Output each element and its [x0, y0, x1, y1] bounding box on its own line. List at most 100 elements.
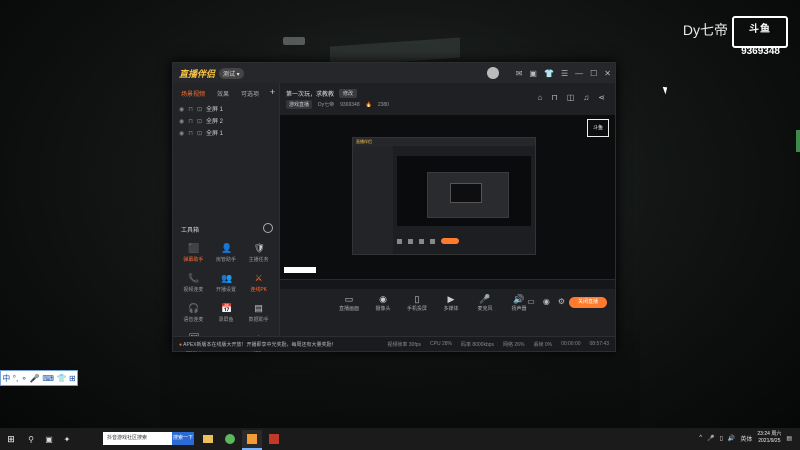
tool-record[interactable]: 📅 录屏鱼 — [210, 303, 243, 323]
network-icon[interactable]: ▯ — [720, 435, 723, 442]
control-phone[interactable]: ▯ 手机投屏 — [406, 293, 428, 312]
tool-voice-link[interactable]: 🎧 语音连麦 — [177, 303, 210, 323]
avatar[interactable] — [486, 67, 499, 79]
search-input[interactable]: 抖音游戏社区搜索 — [103, 432, 173, 445]
app-icon[interactable]: ✦ — [58, 435, 76, 444]
headset-icon: 🎧 — [188, 303, 200, 313]
ime-menu-icon[interactable]: ⊞ — [69, 374, 76, 383]
message-icon[interactable]: ✉ — [516, 69, 523, 78]
stat-live-time: 00:00:00 — [561, 340, 581, 347]
window-icon: ⊡ — [196, 131, 202, 137]
ime-skin-icon[interactable]: 👕 — [56, 374, 66, 383]
preview-taskbar — [280, 279, 615, 289]
scene-item[interactable]: ◉ ⊓ ⊡ 全屏 1 — [173, 128, 279, 140]
eye-icon[interactable]: ◉ — [179, 128, 184, 140]
start-icon[interactable]: ⊞ — [0, 434, 22, 445]
chevron-up-icon[interactable]: ^ — [699, 435, 702, 441]
nested-controls — [397, 236, 531, 246]
eye-icon[interactable]: ◉ — [179, 104, 184, 116]
right-controls: ▭ ◉ ⚙ — [527, 297, 565, 306]
control-camera[interactable]: ◉ 摄像头 — [372, 293, 394, 312]
mic-icon[interactable]: 🎤 — [707, 435, 714, 442]
ime-punctuation-icon[interactable]: °, — [13, 374, 18, 383]
share-icon[interactable]: ⋖ — [598, 93, 605, 102]
tool-live-settings[interactable]: 👥 开播设置 — [210, 273, 243, 293]
watermark-name: Dy七帝 — [682, 22, 728, 38]
game-icon[interactable] — [264, 430, 284, 448]
tab-options[interactable]: 可选项 — [241, 89, 259, 98]
ime-chinese-toggle[interactable]: 中 — [2, 373, 10, 384]
control-label: 麦克风 — [477, 306, 493, 312]
nested-control — [408, 238, 413, 244]
clock-date: 2021/9/25 — [758, 438, 781, 444]
stream-preview[interactable]: 斗鱼 直播伴侣 — [280, 115, 615, 289]
tool-pk[interactable]: ⚔ 连线PK — [242, 273, 275, 293]
browser-icon[interactable] — [220, 430, 240, 448]
eye-icon[interactable]: ◉ — [543, 297, 550, 306]
news-ticker[interactable]: ● APEX新版本在线版大开放！开播即享中光奖励，每周还有大量奖励！ — [179, 341, 387, 348]
volume-icon[interactable]: 🔊 — [728, 435, 735, 442]
ime-mic-icon[interactable]: 🎤 — [30, 374, 40, 383]
scene-sidebar: 场景视频 效果 可选项 + ◉ ⊓ ⊡ 全屏 1 ◉ ⊓ ⊡ 全屏 2 ◉ ⊓ … — [173, 83, 280, 353]
ime-symbol-icon[interactable]: ⚬ — [21, 374, 28, 383]
ime-lang[interactable]: 英体 — [740, 434, 752, 443]
users-icon: 👥 — [220, 273, 233, 283]
eye-icon[interactable]: ◉ — [179, 116, 184, 128]
window-titlebar[interactable]: 直播伴侣 测试 ▾ ✉ ▣ 👕 ☰ — ☐ ✕ — [173, 63, 615, 83]
search-button[interactable]: 搜索一下 — [172, 432, 194, 445]
search-icon[interactable]: ⚲ — [22, 435, 40, 444]
gear-icon[interactable]: ⚙ — [558, 297, 565, 306]
folder-icon[interactable] — [198, 430, 218, 448]
tool-room-admin[interactable]: 👤 房管助手 — [210, 243, 243, 263]
maximize-icon[interactable]: ☐ — [590, 69, 597, 78]
tool-data[interactable]: ▤ 数据助手 — [242, 303, 275, 323]
tab-scenes[interactable]: 场景视频 — [181, 89, 205, 98]
menu-icon[interactable]: ☰ — [561, 69, 568, 78]
minimize-icon[interactable]: — — [575, 69, 583, 78]
tool-label: 开播设置 — [215, 287, 236, 293]
category-tag[interactable]: 游戏直播 — [286, 100, 313, 109]
tab-effects[interactable]: 效果 — [217, 89, 229, 98]
live-companion-window: 直播伴侣 测试 ▾ ✉ ▣ 👕 ☰ — ☐ ✕ 场景视频 效果 可选项 + ◉ … — [172, 62, 616, 353]
clock[interactable]: 23:24 周六 2021/9/25 — [757, 431, 781, 445]
system-tray: ^ 🎤 ▯ 🔊 英体 23:24 周六 2021/9/25 ▤ — [699, 431, 792, 445]
scene-item[interactable]: ◉ ⊓ ⊡ 全屏 1 — [173, 104, 279, 116]
camera-icon[interactable]: ◫ — [567, 93, 575, 102]
lock-icon[interactable]: ⊓ — [551, 93, 557, 102]
version-dropdown[interactable]: 测试 ▾ — [219, 67, 244, 79]
lock-icon[interactable]: ⊓ — [188, 104, 193, 116]
task-view-icon[interactable]: ▣ — [40, 435, 58, 444]
window-controls: ✉ ▣ 👕 ☰ — ☐ ✕ — [486, 67, 611, 79]
scene-item[interactable]: ◉ ⊓ ⊡ 全屏 2 — [173, 116, 279, 128]
record-icon[interactable]: ▭ — [527, 297, 535, 306]
ime-toolbar[interactable]: 中 °, ⚬ 🎤 ⌨ 👕 ⊞ — [0, 370, 78, 386]
toolbox-settings-icon[interactable] — [263, 223, 273, 233]
tool-video-link[interactable]: 📞 视频连麦 — [177, 273, 210, 293]
skin-icon[interactable]: ▣ — [529, 69, 537, 78]
shirt-icon[interactable]: 👕 — [544, 69, 554, 78]
lock-icon[interactable]: ⊓ — [188, 116, 193, 128]
room-meta: 游戏直播 Dy七帝 9369348 🔥 2380 — [286, 100, 389, 109]
notification-icon[interactable]: ▤ — [786, 435, 792, 442]
control-screen[interactable]: ▭ 直播画面 — [338, 293, 360, 312]
selected-source[interactable] — [284, 267, 316, 273]
tool-danmu[interactable]: ⬛ 弹幕助手 — [177, 243, 210, 263]
tool-tasks[interactable]: 🛡 主播任务 — [242, 243, 275, 263]
bell-icon[interactable]: ♫ — [583, 93, 589, 102]
ime-keyboard-icon[interactable]: ⌨ — [42, 374, 54, 383]
lock-icon[interactable]: ⊓ — [188, 128, 193, 140]
control-media[interactable]: ▶ 多媒体 — [440, 293, 462, 312]
control-mic[interactable]: 🎤 麦克风 — [474, 293, 496, 312]
ceiling-light — [283, 37, 305, 45]
stat-cpu: CPU 28% — [430, 340, 452, 347]
start-live-button[interactable]: 关闭直播 — [569, 297, 607, 308]
tool-label: 主播任务 — [248, 257, 269, 263]
nested-control — [397, 238, 402, 244]
tool-label: 数据助手 — [248, 317, 269, 323]
bag-icon[interactable]: ⌂ — [538, 93, 543, 102]
control-label: 手机投屏 — [406, 306, 427, 312]
live-companion-icon[interactable] — [242, 430, 262, 450]
modify-title-button[interactable]: 修改 — [339, 89, 358, 98]
add-scene-icon[interactable]: + — [270, 87, 275, 97]
close-icon[interactable]: ✕ — [604, 69, 611, 78]
